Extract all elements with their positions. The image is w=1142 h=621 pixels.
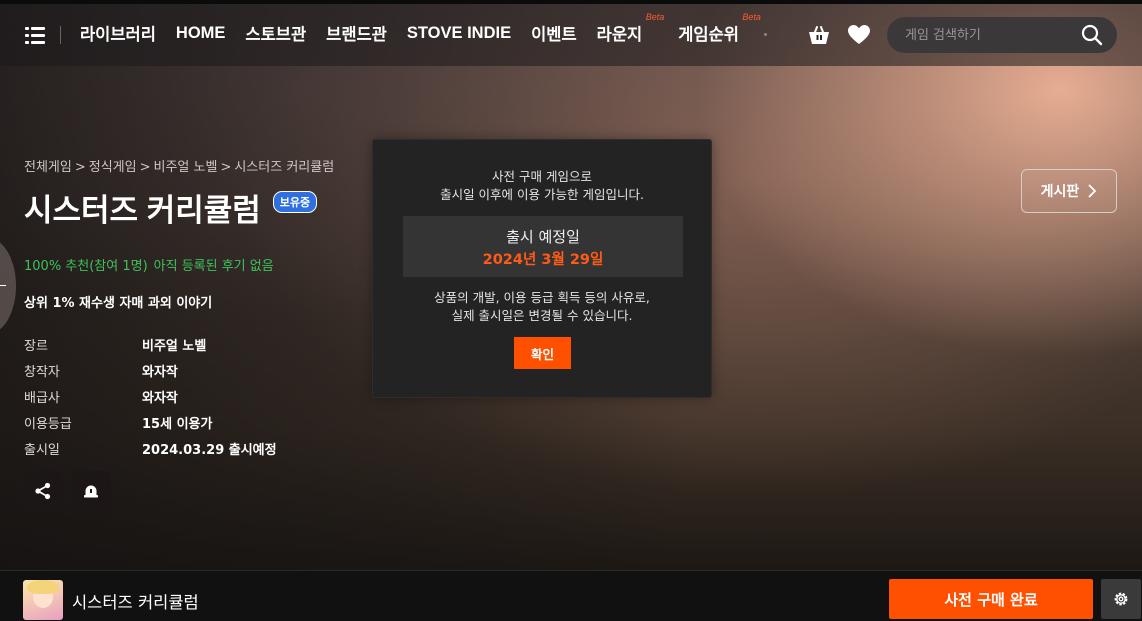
beta-badge: Beta — [742, 12, 761, 22]
info-value: 15세 이용가 — [142, 416, 213, 432]
board-button-label: 게시판 — [1040, 184, 1080, 200]
info-row-rating: 이용등급 15세 이용가 — [24, 409, 277, 435]
breadcrumb-official-games[interactable]: 정식게임 — [89, 160, 137, 175]
gear-icon — [1114, 592, 1128, 606]
page-title: 시스터즈 커리큘럼 — [24, 193, 261, 228]
bottom-purchase-bar: 시스터즈 커리큘럼 사전 구매 완료 — [0, 570, 1142, 621]
settings-button[interactable] — [1101, 579, 1141, 619]
bottom-game-title: 시스터즈 커리큘럼 — [72, 593, 199, 612]
modal-note: 상품의 개발, 이용 등급 획득 등의 사유로, 실제 출시일은 변경될 수 있… — [373, 289, 711, 325]
info-row-genre: 장르 비주얼 노벨 — [24, 331, 277, 357]
top-navigation-bar: 라이브러리 HOME 스토브관 브랜드관 STOVE INDIE 이벤트 라운지… — [0, 0, 1142, 66]
release-date-box: 출시 예정일 2024년 3월 29일 — [403, 216, 683, 277]
search-icon[interactable] — [1081, 24, 1103, 46]
info-key: 출시일 — [24, 442, 60, 458]
recommend-rate[interactable]: 100% 추천(참여 1명) — [24, 259, 148, 274]
report-button[interactable] — [71, 471, 111, 511]
info-key: 장르 — [24, 338, 48, 354]
preorder-complete-button[interactable]: 사전 구매 완료 — [889, 579, 1093, 619]
info-row-release: 출시일 2024.03.29 출시예정 — [24, 435, 277, 461]
preorder-notice-modal: 사전 구매 게임으로 출시일 이후에 이용 가능한 게임입니다. 출시 예정일 … — [372, 139, 712, 398]
search-box — [887, 17, 1117, 53]
game-info-table: 장르 비주얼 노벨 창작자 와자작 배급사 와자작 이용등급 15세 이용가 출시일 20… — [24, 331, 277, 461]
beta-badge: Beta — [645, 12, 665, 22]
breadcrumb-separator: > — [220, 160, 232, 175]
game-thumbnail — [23, 580, 63, 620]
nav-item-game-ranking[interactable]: 게임순위 Beta — [678, 12, 761, 45]
modal-note-line: 상품의 개발, 이용 등급 획득 등의 사유로, — [434, 290, 650, 305]
review-note: 아직 등록된 후기 없음 — [153, 259, 274, 274]
main-nav: 라이브러리 HOME 스토브관 브랜드관 STOVE INDIE 이벤트 라운지… — [80, 0, 761, 66]
modal-message: 사전 구매 게임으로 출시일 이후에 이용 가능한 게임입니다. — [373, 168, 711, 204]
breadcrumb-visual-novel[interactable]: 비주얼 노벨 — [154, 160, 218, 175]
nav-label: 브랜드관 — [326, 26, 387, 44]
breadcrumb-separator: > — [139, 160, 151, 175]
chevron-right-icon — [1088, 184, 1097, 198]
nav-item-brand-hall[interactable]: 브랜드관 — [326, 21, 387, 45]
info-value: 와자작 — [142, 364, 178, 380]
nav-label: 스토브관 — [245, 26, 307, 44]
breadcrumb: 전체게임 > 정식게임 > 비주얼 노벨 > 시스터즈 커리큘럼 — [24, 156, 337, 175]
info-key: 이용등급 — [24, 416, 72, 432]
release-date: 2024년 3월 29일 — [482, 252, 604, 268]
nav-item-library[interactable]: 라이브러리 — [80, 21, 156, 45]
breadcrumb-all-games[interactable]: 전체게임 — [24, 160, 72, 175]
share-button[interactable] — [23, 471, 63, 511]
nav-item-lounge[interactable]: 라운지 Beta — [596, 12, 665, 45]
info-row-creator: 창작자 와자작 — [24, 357, 277, 383]
info-key: 창작자 — [24, 364, 60, 380]
info-key: 배급사 — [24, 390, 60, 406]
modal-message-line: 사전 구매 게임으로 — [492, 169, 592, 184]
nav-label: 라운지 — [596, 26, 643, 44]
nav-label: STOVE INDIE — [406, 23, 512, 42]
board-button[interactable]: 게시판 — [1021, 169, 1117, 213]
info-value: 2024.03.29 출시예정 — [142, 442, 277, 458]
nav-item-event[interactable]: 이벤트 — [531, 21, 577, 45]
info-value: 와자작 — [142, 390, 178, 406]
modal-note-line: 실제 출시일은 변경될 수 있습니다. — [451, 308, 633, 323]
game-tagline: 상위 1% 재수생 자매 과외 이야기 — [24, 296, 213, 311]
release-label: 출시 예정일 — [506, 228, 580, 246]
game-title-row: 시스터즈 커리큘럼 보유중 — [24, 185, 318, 230]
nav-label: 게임순위 — [678, 26, 739, 44]
siren-icon — [84, 485, 98, 498]
nav-label: 라이브러리 — [80, 26, 156, 44]
heart-icon[interactable] — [847, 24, 871, 46]
nav-more-dot — [764, 33, 767, 36]
info-value: 비주얼 노벨 — [142, 338, 207, 354]
owned-badge: 보유중 — [272, 190, 318, 213]
info-row-publisher: 배급사 와자작 — [24, 383, 277, 409]
nav-label: 이벤트 — [531, 26, 577, 44]
cart-icon[interactable] — [807, 24, 831, 46]
share-icon — [35, 482, 51, 500]
menu-icon[interactable] — [25, 26, 45, 44]
nav-item-home[interactable]: HOME — [176, 24, 226, 43]
nav-item-stove-hall[interactable]: 스토브관 — [245, 21, 306, 45]
nav-label: HOME — [175, 23, 226, 42]
search-input[interactable] — [905, 17, 1075, 53]
breadcrumb-separator: > — [74, 160, 86, 175]
nav-divider — [60, 26, 61, 44]
nav-item-stove-indie[interactable]: STOVE INDIE — [407, 24, 511, 43]
breadcrumb-current-game: 시스터즈 커리큘럼 — [234, 160, 335, 175]
modal-message-line: 출시일 이후에 이용 가능한 게임입니다. — [440, 187, 644, 202]
confirm-button[interactable]: 확인 — [514, 337, 571, 369]
review-summary: 100% 추천(참여 1명) 아직 등록된 후기 없음 — [24, 255, 280, 274]
